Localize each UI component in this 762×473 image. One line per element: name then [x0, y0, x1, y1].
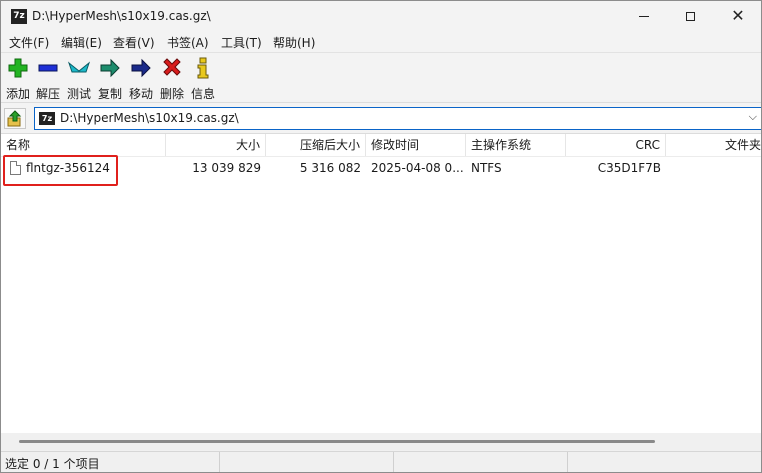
menu-help[interactable]: 帮助(H) — [273, 34, 315, 51]
menu-bar: 文件(F) 编辑(E) 查看(V) 书签(A) 工具(T) 帮助(H) — [1, 32, 761, 52]
address-value: D:\HyperMesh\s10x19.cas.gz\ — [60, 111, 239, 125]
test-label: 测试 — [66, 87, 91, 101]
test-button[interactable]: 测试 — [64, 57, 94, 102]
menu-bookmarks[interactable]: 书签(A) — [167, 34, 209, 51]
selection-status: 选定 0 / 1 个项目 — [5, 457, 100, 471]
scrollbar-thumb[interactable] — [19, 440, 655, 443]
column-packed-size[interactable]: 压缩后大小 — [266, 134, 366, 156]
copy-icon — [100, 58, 120, 78]
status-bar: 选定 0 / 1 个项目 — [1, 451, 761, 472]
up-folder-button[interactable] — [4, 108, 26, 129]
minimize-button[interactable] — [621, 1, 667, 32]
move-label: 移动 — [128, 87, 153, 101]
archive-window: 7z D:\HyperMesh\s10x19.cas.gz\ ✕ 文件(F) 编… — [0, 0, 762, 473]
toolbar: 添加 解压 测试 复制 移动 删除 信息 — [1, 52, 761, 103]
add-label: 添加 — [5, 87, 30, 101]
file-packed-size: 5 316 082 — [299, 161, 361, 175]
maximize-button[interactable] — [667, 1, 713, 32]
title-bar[interactable]: 7z D:\HyperMesh\s10x19.cas.gz\ ✕ — [1, 1, 761, 32]
address-field[interactable]: 7z D:\HyperMesh\s10x19.cas.gz\ ⌵ — [34, 107, 761, 130]
file-size: 13 039 829 — [192, 161, 261, 175]
maximize-icon — [685, 11, 695, 21]
extract-icon — [38, 64, 58, 72]
file-modified: 2025-04-08 0... — [371, 161, 464, 175]
chevron-down-icon[interactable]: ⌵ — [749, 110, 757, 124]
column-name[interactable]: 名称 — [1, 134, 166, 156]
menu-edit[interactable]: 编辑(E) — [61, 34, 102, 51]
menu-file[interactable]: 文件(F) — [9, 34, 49, 51]
add-button[interactable]: 添加 — [3, 57, 33, 102]
archive-7zip-icon: 7z — [39, 112, 55, 125]
menu-tools[interactable]: 工具(T) — [221, 34, 262, 51]
delete-label: 删除 — [159, 87, 184, 101]
folder-up-icon — [7, 110, 22, 127]
window-title: D:\HyperMesh\s10x19.cas.gz\ — [32, 9, 211, 23]
column-size[interactable]: 大小 — [166, 134, 266, 156]
delete-button[interactable]: 删除 — [157, 57, 187, 102]
minimize-icon — [639, 15, 649, 17]
copy-button[interactable]: 复制 — [95, 57, 125, 102]
app-7zip-icon: 7z — [11, 9, 27, 24]
info-icon — [197, 57, 209, 79]
move-icon — [131, 58, 151, 78]
info-button[interactable]: 信息 — [188, 57, 218, 102]
file-host-os: NTFS — [471, 161, 502, 175]
extract-label: 解压 — [35, 87, 60, 101]
copy-label: 复制 — [97, 87, 122, 101]
status-divider — [393, 452, 394, 472]
delete-icon — [163, 58, 181, 76]
column-host-os[interactable]: 主操作系统 — [466, 134, 566, 156]
close-icon: ✕ — [731, 6, 745, 25]
info-label: 信息 — [190, 87, 215, 101]
menu-view[interactable]: 查看(V) — [113, 34, 155, 51]
column-crc[interactable]: CRC — [566, 134, 666, 156]
column-folders[interactable]: 文件夹 — [666, 134, 761, 156]
status-divider — [567, 452, 568, 472]
address-bar: 7z D:\HyperMesh\s10x19.cas.gz\ ⌵ — [1, 102, 761, 134]
close-button[interactable]: ✕ — [715, 1, 761, 32]
file-list[interactable]: 名称 大小 压缩后大小 修改时间 主操作系统 CRC 文件夹 flntgz-35… — [1, 133, 761, 434]
horizontal-scrollbar[interactable] — [1, 433, 761, 451]
status-divider — [219, 452, 220, 472]
move-button[interactable]: 移动 — [126, 57, 156, 102]
column-headers: 名称 大小 压缩后大小 修改时间 主操作系统 CRC 文件夹 — [1, 134, 761, 157]
file-crc: C35D1F7B — [597, 161, 661, 175]
add-icon — [8, 58, 28, 78]
extract-button[interactable]: 解压 — [33, 57, 63, 102]
column-modified[interactable]: 修改时间 — [366, 134, 466, 156]
test-icon — [68, 61, 90, 73]
highlight-box — [3, 155, 118, 186]
